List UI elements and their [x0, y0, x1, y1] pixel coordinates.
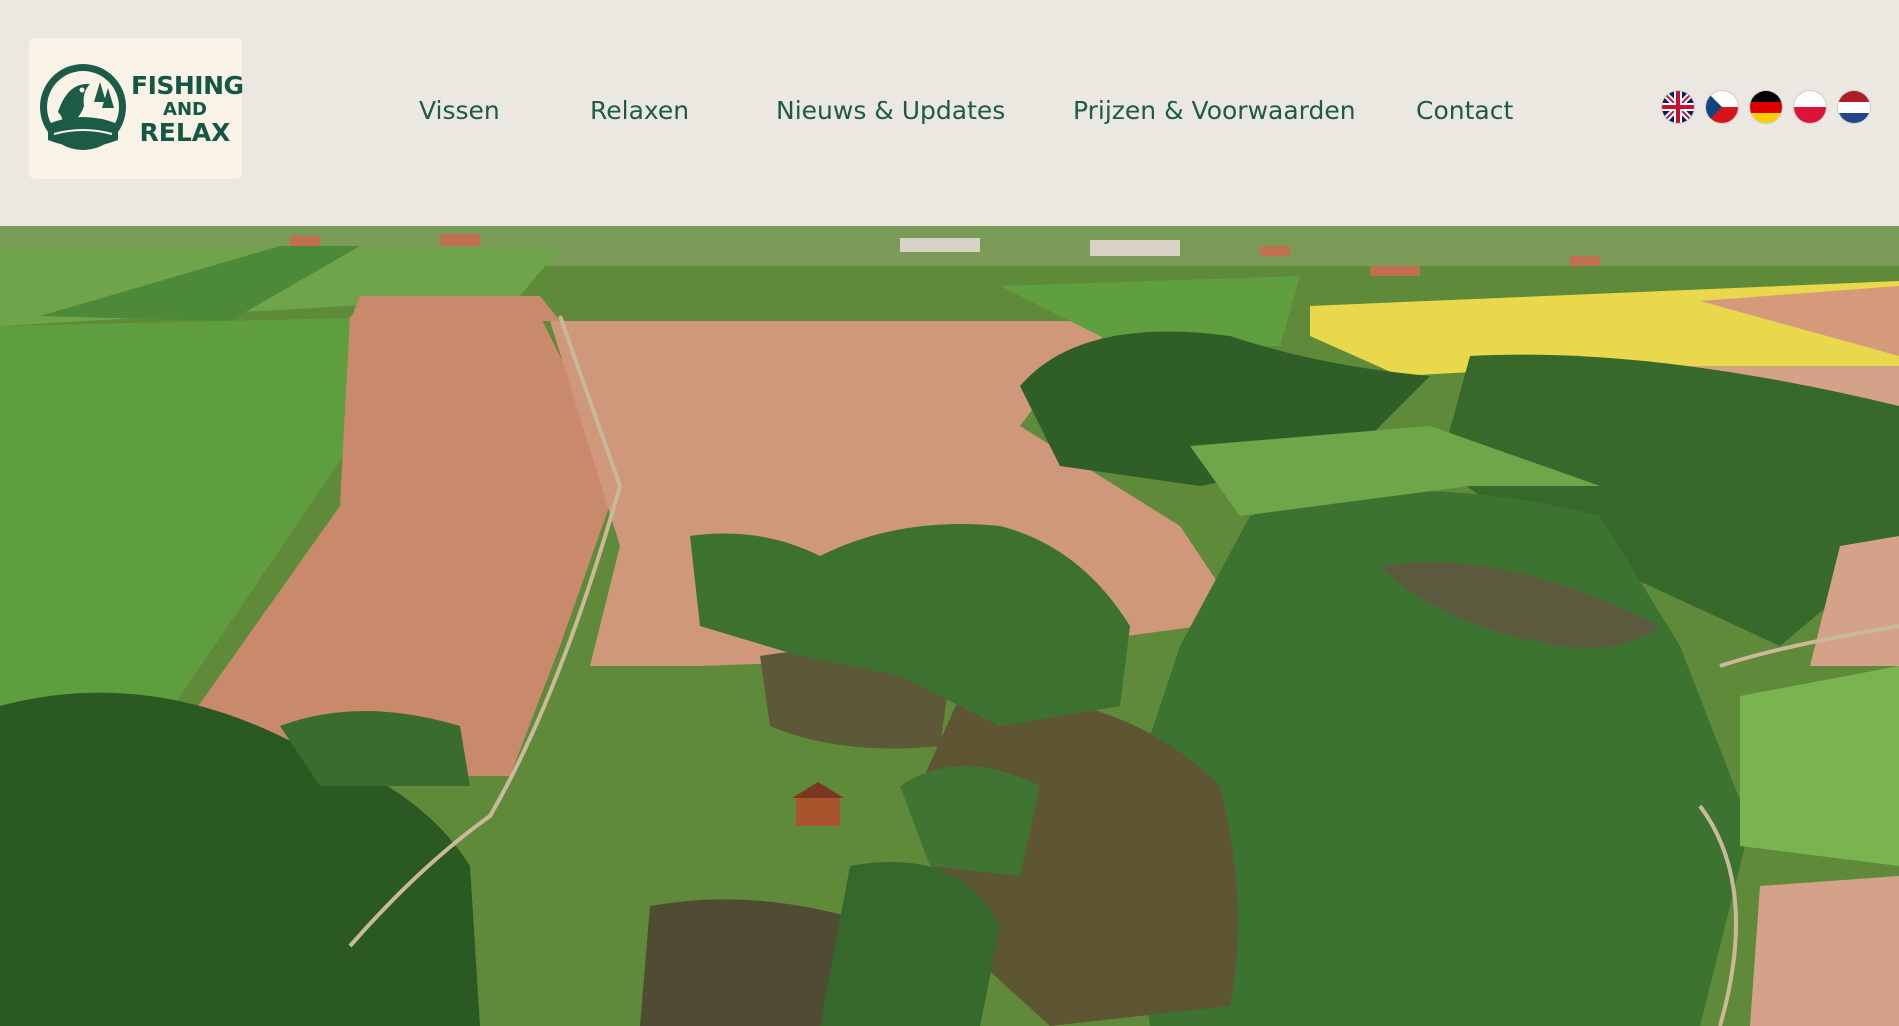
site-logo[interactable]: FISHING AND RELAX: [29, 38, 244, 179]
logo-line-2: AND: [163, 99, 207, 120]
flag-poland-icon[interactable]: [1794, 91, 1826, 123]
site-header: FISHING AND RELAX Vissen Relaxen Nieuws …: [0, 0, 1899, 226]
flag-czech-icon[interactable]: [1706, 91, 1738, 123]
hero-aerial-image: [0, 226, 1899, 1026]
nav-item-nieuws-updates[interactable]: Nieuws & Updates: [776, 96, 1005, 125]
logo-line-1: FISHING: [131, 71, 244, 100]
fish-logo-icon: [40, 64, 126, 150]
nav-item-relaxen[interactable]: Relaxen: [590, 96, 689, 125]
flag-uk-icon[interactable]: [1662, 91, 1694, 123]
logo-wordmark: FISHING AND RELAX: [131, 71, 244, 147]
flag-netherlands-icon[interactable]: [1838, 91, 1870, 123]
nav-item-prijzen-voorwaarden[interactable]: Prijzen & Voorwaarden: [1073, 96, 1356, 125]
flag-germany-icon[interactable]: [1750, 91, 1782, 123]
nav-item-vissen[interactable]: Vissen: [419, 96, 500, 125]
logo-line-3: RELAX: [139, 118, 231, 147]
nav-item-contact[interactable]: Contact: [1416, 96, 1513, 125]
